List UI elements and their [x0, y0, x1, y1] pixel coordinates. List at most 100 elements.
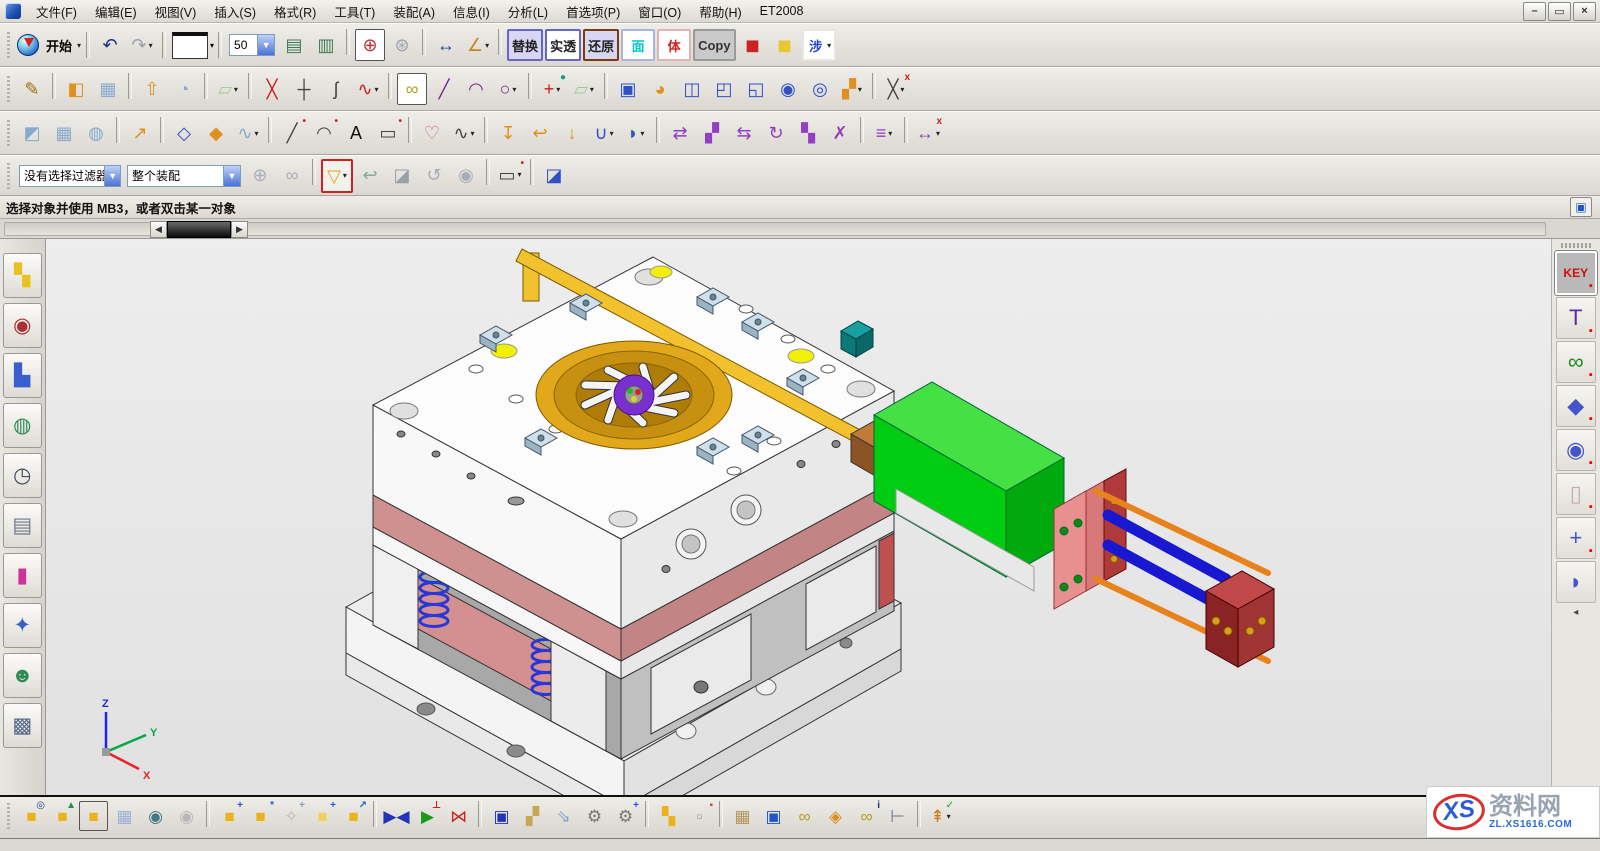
web-browser-icon[interactable]: ◍	[3, 403, 42, 448]
interference-button[interactable]: 涉▾	[802, 29, 836, 61]
move-to-layer-icon[interactable]: ▥	[311, 29, 341, 61]
select-related-icon[interactable]: ◉	[451, 159, 481, 191]
boss-icon[interactable]: ◎	[805, 73, 835, 105]
check-clearance-icon[interactable]: ◈	[821, 801, 850, 831]
measure-angle-icon[interactable]: ∠▾	[463, 29, 493, 61]
new-parent-icon[interactable]: ✧+	[277, 801, 306, 831]
close-button[interactable]: ×	[1573, 2, 1596, 21]
color-swatch[interactable]	[172, 32, 208, 59]
replace-component-icon[interactable]: ⇆	[729, 117, 759, 149]
reuse-cylinder-part-icon[interactable]: ◗	[1556, 561, 1596, 603]
reuse-ejector-part-icon[interactable]: ▯▪	[1556, 473, 1596, 515]
menu-window[interactable]: 窗口(O)	[629, 0, 690, 22]
menu-view[interactable]: 视图(V)	[146, 0, 206, 22]
menu-edit[interactable]: 编辑(E)	[86, 0, 146, 22]
add-multiple-icon[interactable]: ■+	[308, 801, 337, 831]
line-point-icon[interactable]: ╱	[429, 73, 459, 105]
translucent-button[interactable]: 实透	[545, 29, 581, 61]
interpart-link-icon[interactable]: ∞	[790, 801, 819, 831]
four-point-surface-icon[interactable]: ◩	[17, 117, 47, 149]
offset-in-face-icon[interactable]: ◗▾	[621, 117, 651, 149]
project-curve-icon[interactable]: ↧	[493, 117, 523, 149]
link-info-icon[interactable]: ∞i	[852, 801, 881, 831]
menu-preferences[interactable]: 首选项(P)	[557, 0, 629, 22]
bridge-curve-icon[interactable]: ∿▾	[353, 73, 383, 105]
sew-icon[interactable]: ◇	[169, 117, 199, 149]
menu-tools[interactable]: 工具(T)	[325, 0, 384, 22]
materials-icon[interactable]: ▮	[3, 553, 42, 598]
relations-browser-icon[interactable]: ⊢	[883, 801, 912, 831]
line-icon[interactable]: ╱•	[277, 117, 307, 149]
menu-assembly[interactable]: 装配(A)	[384, 0, 444, 22]
find-component-icon[interactable]: ■◎	[17, 801, 46, 831]
plane-icon[interactable]: ▱▾	[569, 73, 599, 105]
arc2-icon[interactable]: ◠•	[309, 117, 339, 149]
link-disabled-icon[interactable]: ∞	[277, 159, 307, 191]
fillet-curve-icon[interactable]: ʃ	[321, 73, 351, 105]
deselect-icon[interactable]: ◪	[387, 159, 417, 191]
menu-insert[interactable]: 插入(S)	[205, 0, 265, 22]
snapshot-disabled-icon[interactable]: ◉	[172, 801, 201, 831]
datum-plane-icon[interactable]: ▱▾	[213, 73, 243, 105]
roles-icon[interactable]: ☻	[3, 653, 42, 698]
scroll-right-icon[interactable]: ▶	[231, 221, 248, 238]
join-curve-icon[interactable]: ∞	[397, 73, 427, 105]
part-navigator-icon[interactable]: ▙	[3, 353, 42, 398]
menu-et2008[interactable]: ET2008	[751, 0, 813, 22]
bounded-plane-icon[interactable]: ◍	[81, 117, 111, 149]
assembly-constraints-icon[interactable]: ▶◀	[382, 801, 411, 831]
toolbar-grip[interactable]	[5, 803, 13, 829]
snapshot-icon[interactable]: ◉	[141, 801, 170, 831]
reuse-fitting-part-icon[interactable]: +▪	[1556, 517, 1596, 559]
mate-constraint-icon[interactable]: ▶⊥	[413, 801, 442, 831]
rectangle-icon[interactable]: ▭•	[373, 117, 403, 149]
combined-projection-icon[interactable]: ↩	[525, 117, 555, 149]
constraint-navigator-icon[interactable]: ◉	[3, 303, 42, 348]
add-component-icon[interactable]: ■+	[215, 801, 244, 831]
collapse-arrow-icon[interactable]: ◂	[1573, 607, 1578, 618]
layer-spinner[interactable]: 50 ▼	[229, 34, 275, 56]
show-product-outline-icon[interactable]: ■	[79, 801, 108, 831]
instance-feature-icon[interactable]: ▞▾	[837, 73, 867, 105]
unite-icon[interactable]: ◰	[709, 73, 739, 105]
sketch-icon[interactable]: ✎	[17, 73, 47, 105]
dropdown-arrow-icon[interactable]: ▼	[104, 166, 120, 186]
fit-view-icon[interactable]: ▣	[1570, 197, 1592, 217]
rectangle-select-icon[interactable]: ▭•▾	[495, 159, 525, 191]
new-component-icon[interactable]: ■*	[246, 801, 275, 831]
deferred-update-icon[interactable]: ▫▪	[685, 801, 714, 831]
redo-icon[interactable]: ↷▾	[127, 29, 157, 61]
minimize-button[interactable]: –	[1523, 2, 1546, 21]
scroll-left-icon[interactable]: ◀	[150, 221, 167, 238]
toolbar-grip[interactable]	[5, 32, 13, 58]
component-window-icon[interactable]: ▣	[759, 801, 788, 831]
toolbar-grip[interactable]	[5, 163, 13, 189]
extract-body-icon[interactable]: ◧	[61, 73, 91, 105]
history-icon[interactable]: ◷	[3, 453, 42, 498]
clip-section-icon[interactable]: ◪	[539, 159, 569, 191]
component-report-icon[interactable]: ≡▾	[869, 117, 899, 149]
app-icon[interactable]	[5, 3, 21, 19]
arc-icon[interactable]: ◠	[461, 73, 491, 105]
profile-icon[interactable]: ♡	[417, 117, 447, 149]
selection-scope-dropdown[interactable]: 整个装配 ▼	[127, 165, 241, 187]
dropdown-arrow-icon[interactable]: ▼	[257, 35, 274, 55]
wave-surface-icon[interactable]: ∿▾	[233, 117, 263, 149]
wave-link-icon[interactable]: ⇘	[549, 801, 578, 831]
trim-curve-icon[interactable]: ╳	[257, 73, 287, 105]
body-button[interactable]: 体	[657, 29, 691, 61]
image-gallery-icon[interactable]: ▩	[3, 703, 42, 748]
mirror-assembly-icon[interactable]: ▞	[518, 801, 547, 831]
reuse-bracket-part-icon[interactable]: ◆▪	[1556, 385, 1596, 427]
edit-component-icon[interactable]: ⚙	[580, 801, 609, 831]
rotate-point-icon[interactable]: ↺	[419, 159, 449, 191]
wcs-dynamics-icon[interactable]: ⊕	[355, 29, 385, 61]
flange-icon[interactable]: ◔	[169, 73, 199, 105]
wcs-orient-icon[interactable]: ⊛	[387, 29, 417, 61]
dimension-x-icon[interactable]: ╳x▾	[881, 73, 911, 105]
menu-analysis[interactable]: 分析(L)	[499, 0, 557, 22]
section-curve-icon[interactable]: ↓	[557, 117, 587, 149]
toolbar-grip[interactable]	[5, 120, 13, 146]
yellow-cube-icon[interactable]: ◼	[770, 29, 800, 61]
swept-icon[interactable]: ◕	[645, 73, 675, 105]
